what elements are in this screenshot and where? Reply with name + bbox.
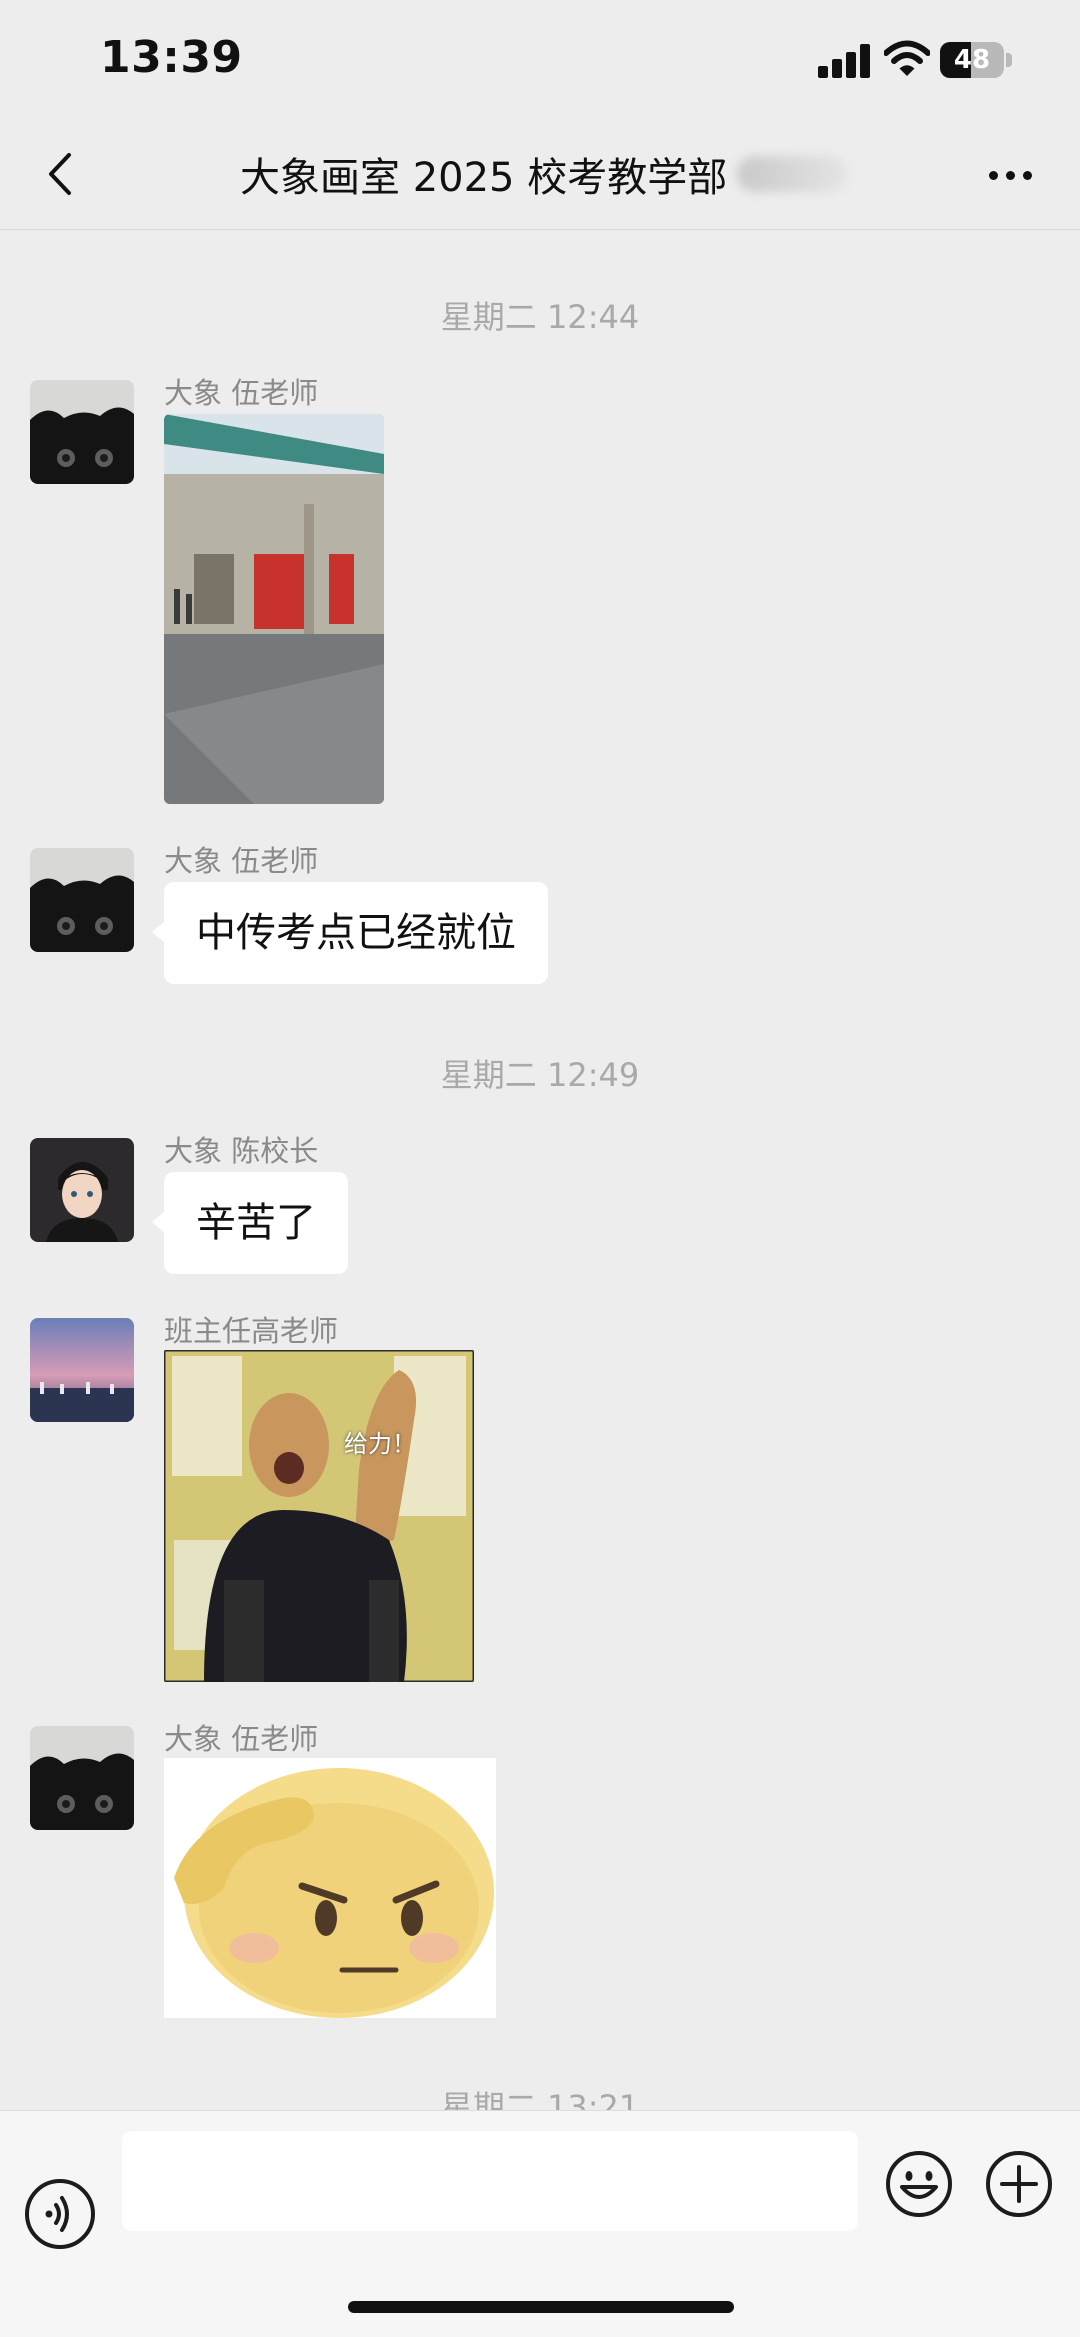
sender-name: 班主任高老师 <box>164 1314 339 1348</box>
title-redacted-blur <box>737 156 848 192</box>
avatar-black-cat[interactable] <box>30 848 134 952</box>
wifi-icon <box>884 40 930 76</box>
avatar-sunset-crowd[interactable] <box>30 1318 134 1422</box>
battery-level: 48 <box>953 45 991 75</box>
back-button[interactable] <box>30 144 90 204</box>
sender-name: 大象 伍老师 <box>164 1722 319 1756</box>
sticker-caption: 给力！ <box>344 1430 416 1458</box>
home-indicator[interactable] <box>348 2301 734 2313</box>
text-message-bubble[interactable]: 辛苦了 <box>152 1172 348 1274</box>
ellipsis-icon <box>988 170 998 180</box>
chat-title-area: 大象画室 2025 校考教学部 <box>240 142 880 206</box>
chat-title: 大象画室 2025 校考教学部 <box>240 155 728 201</box>
image-message-venue-photo[interactable] <box>164 414 384 804</box>
avatar-black-cat[interactable] <box>30 1726 134 1830</box>
more-button[interactable] <box>980 150 1040 200</box>
sticker-message-cheer[interactable]: 给力！ <box>164 1350 474 1682</box>
chevron-left-icon <box>49 153 71 195</box>
voice-icon <box>45 2196 69 2232</box>
more-features-button[interactable] <box>984 2149 1054 2219</box>
text-message-bubble[interactable]: 中传考点已经就位 <box>152 882 548 984</box>
timestamp: 星期二 12:44 <box>440 298 640 336</box>
emoji-button[interactable] <box>884 2149 954 2219</box>
chat-header: 大象画室 2025 校考教学部 <box>0 120 1080 230</box>
avatar-black-cat[interactable] <box>30 380 134 484</box>
sender-name: 大象 伍老师 <box>164 376 319 410</box>
avatar-anime-character[interactable] <box>30 1138 134 1242</box>
sender-name: 大象 伍老师 <box>164 844 319 878</box>
message-input[interactable] <box>122 2131 858 2231</box>
voice-button[interactable] <box>25 2179 95 2249</box>
status-time: 13:39 <box>100 32 243 83</box>
timestamp: 星期二 12:49 <box>440 1056 640 1094</box>
status-bar: 13:39 48 <box>0 0 1080 120</box>
plus-circle-icon <box>986 2151 1052 2217</box>
battery-icon: 48 <box>940 42 1012 78</box>
sticker-message-salute[interactable] <box>164 1758 496 2018</box>
sender-name: 大象 陈校长 <box>164 1134 319 1168</box>
smiley-icon <box>886 2151 952 2217</box>
chat-screen: 13:39 48 大象画室 2025 校考教学部 星期二 12:44 大象 伍老… <box>0 0 1080 2337</box>
cellular-signal-icon <box>818 44 870 78</box>
